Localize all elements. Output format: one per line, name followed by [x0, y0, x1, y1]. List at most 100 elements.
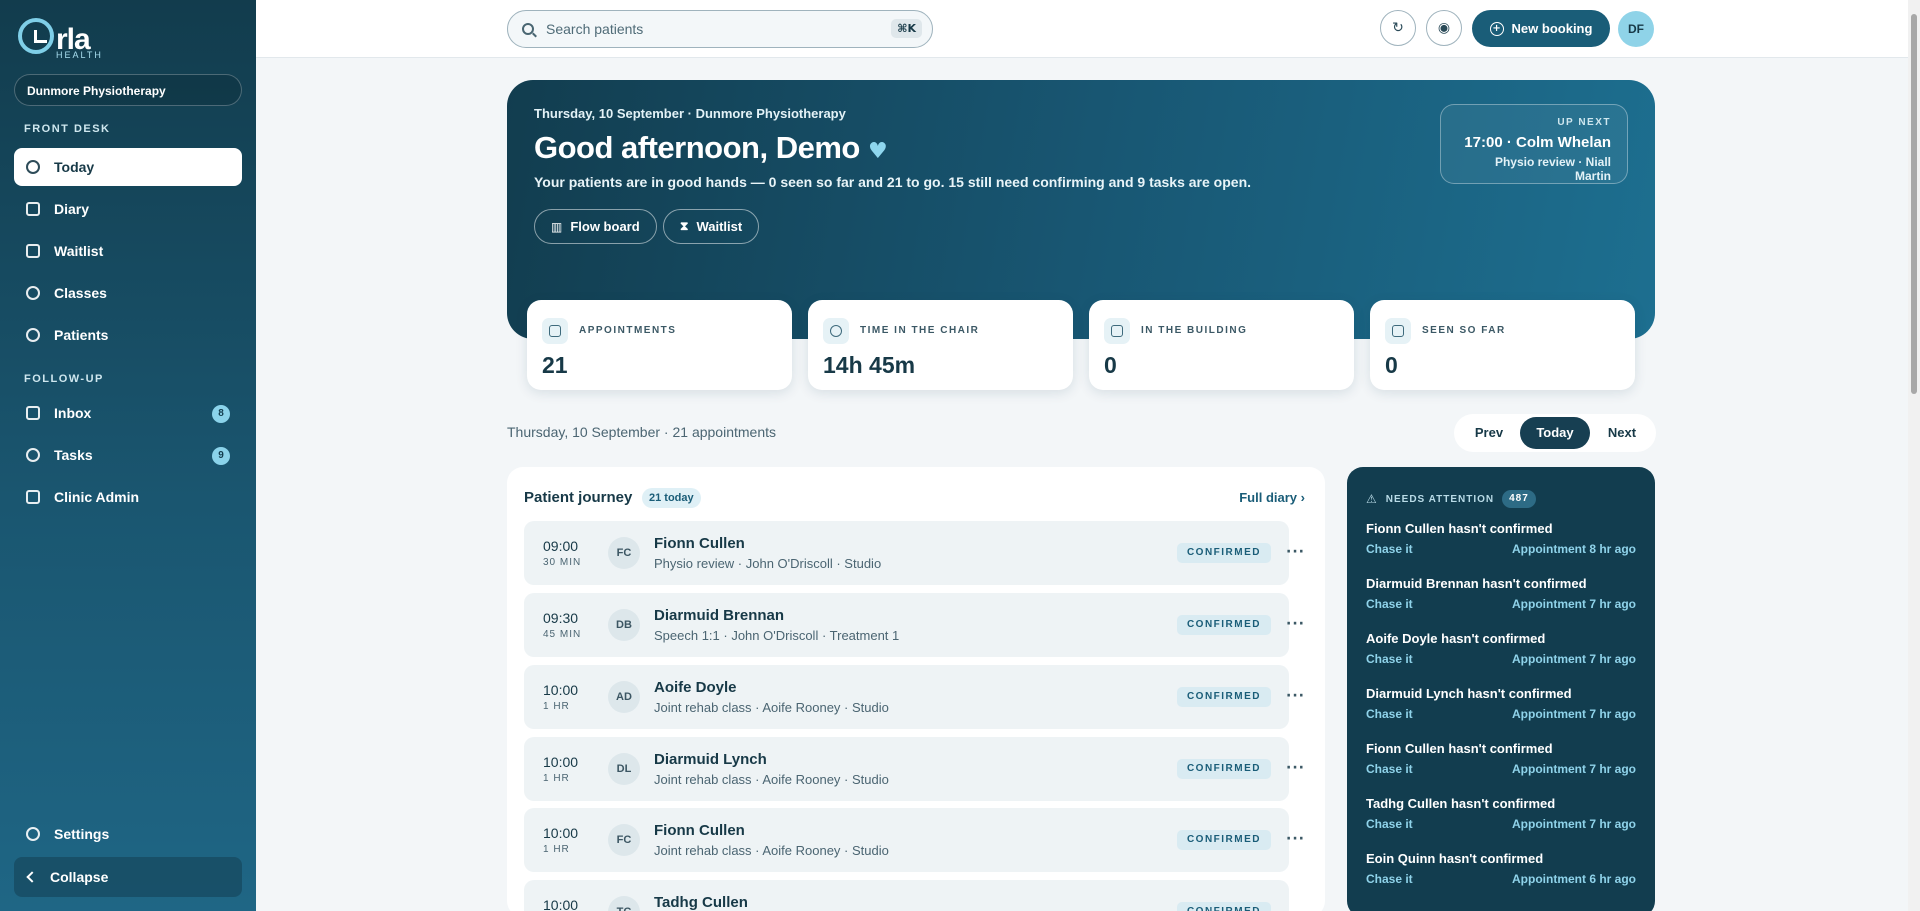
refresh-button[interactable]: ↻	[1380, 10, 1416, 46]
attention-item: Aoife Doyle hasn't confirmed Chase it Ap…	[1366, 631, 1636, 666]
sidebar-item-tasks[interactable]: Tasks 9	[14, 436, 242, 474]
warning-icon: ⚠	[1366, 492, 1378, 506]
appointment-link[interactable]: Appointment 7 hr ago	[1512, 817, 1636, 831]
patient-journey-panel: Patient journey 21 today Full diary › 09…	[507, 467, 1325, 911]
stat-label: SEEN SO FAR	[1422, 325, 1506, 336]
chase-it-link[interactable]: Chase it	[1366, 652, 1413, 666]
status-badge: CONFIRMED	[1176, 687, 1271, 707]
stat-value: 21	[542, 352, 568, 378]
flow-board-button[interactable]: ▥ Flow board	[534, 209, 657, 244]
calendar-icon	[542, 318, 568, 344]
patient-avatar: DB	[608, 609, 640, 641]
sidebar-item-clinic-admin[interactable]: Clinic Admin	[14, 478, 242, 516]
list-icon	[26, 244, 40, 258]
orla-health-logo[interactable]: rla HEALTH	[18, 18, 101, 60]
view-toggle-button[interactable]: ◉	[1426, 10, 1462, 46]
attention-title: Tadhg Cullen hasn't confirmed	[1366, 796, 1556, 811]
appointment-detail: Speech 1:1 · John O'Driscoll · Treatment…	[654, 628, 900, 643]
patient-avatar: AD	[608, 681, 640, 713]
sidebar-item-label: Tasks	[54, 447, 93, 463]
stat-value: 0	[1104, 352, 1117, 378]
attention-item: Tadhg Cullen hasn't confirmed Chase it A…	[1366, 796, 1636, 831]
sidebar-item-classes[interactable]: Classes	[14, 274, 242, 312]
search-input[interactable]	[546, 21, 866, 37]
hourglass-icon: ⧗	[680, 219, 689, 233]
attention-title: Fionn Cullen hasn't confirmed	[1366, 521, 1553, 536]
sidebar: rla HEALTH Dunmore Physiotherapy FRONT D…	[0, 0, 256, 911]
appointment-row[interactable]: 10:00 TC Tadhg Cullen CONFIRMED	[524, 880, 1289, 911]
appointment-duration: 1 HR	[543, 701, 570, 712]
chase-it-link[interactable]: Chase it	[1366, 707, 1413, 721]
sidebar-item-diary[interactable]: Diary	[14, 190, 242, 228]
stat-label: APPOINTMENTS	[579, 325, 677, 336]
status-badge: CONFIRMED	[1176, 830, 1271, 850]
waitlist-label: Waitlist	[696, 219, 743, 234]
appointment-row[interactable]: 09:00 30 MIN FC Fionn Cullen Physio revi…	[524, 521, 1289, 585]
logo-subtext: HEALTH	[56, 50, 103, 60]
appointment-link[interactable]: Appointment 6 hr ago	[1512, 872, 1636, 886]
sidebar-item-today[interactable]: Today	[14, 148, 242, 186]
follow-up-label: FOLLOW-UP	[24, 373, 104, 385]
attention-item: Diarmuid Lynch hasn't confirmed Chase it…	[1366, 686, 1636, 721]
appointment-row[interactable]: 10:00 1 HR DL Diarmuid Lynch Joint rehab…	[524, 737, 1289, 801]
day-summary: Your patients are in good hands — 0 seen…	[534, 174, 1252, 190]
more-options-icon[interactable]: ···	[1286, 688, 1305, 704]
appointment-row[interactable]: 10:00 1 HR FC Fionn Cullen Joint rehab c…	[524, 808, 1289, 872]
clock-icon	[26, 160, 40, 174]
chase-it-link[interactable]: Chase it	[1366, 817, 1413, 831]
sidebar-item-inbox[interactable]: Inbox 8	[14, 394, 242, 432]
appointment-row[interactable]: 10:00 1 HR AD Aoife Doyle Joint rehab cl…	[524, 665, 1289, 729]
patient-avatar: TC	[608, 896, 640, 911]
up-next-card[interactable]: UP NEXT 17:00 · Colm Whelan Physio revie…	[1440, 104, 1628, 184]
patient-avatar: FC	[608, 824, 640, 856]
refresh-icon: ↻	[1392, 20, 1404, 36]
chevron-left-icon	[26, 871, 38, 883]
clinic-selector[interactable]: Dunmore Physiotherapy	[14, 74, 242, 106]
status-badge: CONFIRMED	[1176, 902, 1271, 911]
appointment-link[interactable]: Appointment 7 hr ago	[1512, 762, 1636, 776]
up-next-label: UP NEXT	[1557, 117, 1611, 128]
appointment-link[interactable]: Appointment 7 hr ago	[1512, 652, 1636, 666]
scrollbar-thumb[interactable]	[1911, 14, 1917, 394]
panel-title: Patient journey	[524, 489, 633, 506]
new-booking-button[interactable]: + New booking	[1472, 10, 1610, 47]
stat-value: 0	[1385, 352, 1398, 378]
user-avatar[interactable]: DF	[1618, 11, 1654, 47]
greeting-text: Good afternoon, Demo	[534, 130, 860, 165]
sidebar-item-label: Patients	[54, 327, 109, 343]
more-options-icon[interactable]: ···	[1286, 544, 1305, 560]
search-bar[interactable]: ⌘K	[507, 10, 933, 48]
waitlist-button[interactable]: ⧗ Waitlist	[663, 209, 760, 244]
attention-count-badge: 487	[1502, 490, 1536, 508]
appointment-link[interactable]: Appointment 7 hr ago	[1512, 707, 1636, 721]
chase-it-link[interactable]: Chase it	[1366, 872, 1413, 886]
appointment-link[interactable]: Appointment 8 hr ago	[1512, 542, 1636, 556]
appointment-link[interactable]: Appointment 7 hr ago	[1512, 597, 1636, 611]
attention-title: Diarmuid Brennan hasn't confirmed	[1366, 576, 1587, 591]
more-options-icon[interactable]: ···	[1286, 831, 1305, 847]
banner-date: Thursday, 10 September · Dunmore Physiot…	[534, 106, 846, 121]
sidebar-item-waitlist[interactable]: Waitlist	[14, 232, 242, 270]
collapse-label: Collapse	[50, 869, 109, 885]
stat-label: IN THE BUILDING	[1141, 325, 1248, 336]
page-scrollbar[interactable]	[1908, 0, 1920, 911]
collapse-button[interactable]: Collapse	[14, 857, 242, 897]
today-button[interactable]: Today	[1520, 417, 1590, 449]
full-diary-link[interactable]: Full diary ›	[1239, 490, 1305, 505]
appointment-time: 10:00	[543, 825, 579, 841]
chase-it-link[interactable]: Chase it	[1366, 542, 1413, 556]
appointment-row[interactable]: 09:30 45 MIN DB Diarmuid Brennan Speech …	[524, 593, 1289, 657]
patient-avatar: DL	[608, 753, 640, 785]
patient-name: Aoife Doyle	[654, 679, 737, 696]
sidebar-item-settings[interactable]: Settings	[14, 815, 242, 853]
prev-day-button[interactable]: Prev	[1462, 417, 1516, 449]
next-day-button[interactable]: Next	[1594, 417, 1650, 449]
chase-it-link[interactable]: Chase it	[1366, 762, 1413, 776]
more-options-icon[interactable]: ···	[1286, 760, 1305, 776]
sidebar-item-patients[interactable]: Patients	[14, 316, 242, 354]
more-options-icon[interactable]: ···	[1286, 616, 1305, 632]
tasks-count-badge: 9	[212, 447, 230, 465]
chase-it-link[interactable]: Chase it	[1366, 597, 1413, 611]
stat-card-seen-so-far: SEEN SO FAR 0	[1370, 300, 1635, 390]
full-diary-label: Full diary	[1239, 490, 1298, 505]
